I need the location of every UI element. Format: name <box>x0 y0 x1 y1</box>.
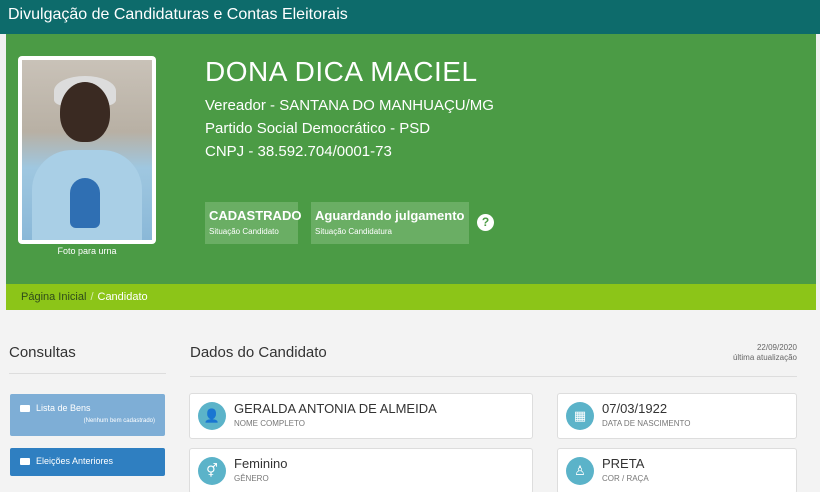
app-header: Divulgação de Candidaturas e Contas Elei… <box>0 0 820 34</box>
assets-list-label: Lista de Bens <box>36 403 91 413</box>
birth-date-card: ▦ 07/03/1922 DATA DE NASCIMENTO <box>557 393 797 439</box>
status-candidacy-label: Situação Candidatura <box>315 227 392 236</box>
last-update-label: última atualização <box>732 353 797 362</box>
previous-elections-button[interactable]: Eleições Anteriores <box>10 448 165 476</box>
candidate-party: Partido Social Democrático - PSD <box>205 120 431 137</box>
full-name-card: 👤 GERALDA ANTONIA DE ALMEIDA NOME COMPLE… <box>189 393 533 439</box>
list-icon <box>20 405 30 413</box>
list-icon <box>20 458 30 466</box>
main-content: Consultas Lista de Bens (Nenhum bem cada… <box>0 310 820 492</box>
candidate-cnpj: CNPJ - 38.592.704/0001-73 <box>205 143 392 160</box>
previous-elections-label: Eleições Anteriores <box>36 456 114 466</box>
breadcrumb-current: Candidato <box>97 291 148 303</box>
help-icon[interactable]: ? <box>477 214 494 231</box>
assets-list-button[interactable]: Lista de Bens (Nenhum bem cadastrado) <box>10 394 165 436</box>
race-card: ♙ PRETA COR / RAÇA <box>557 448 797 492</box>
birth-date-label: DATA DE NASCIMENTO <box>602 419 691 428</box>
status-candidate-box: CADASTRADO Situação Candidato <box>205 202 302 244</box>
status-candidacy-box: Aguardando julgamento Situação Candidatu… <box>311 202 469 244</box>
gender-label: GÊNERO <box>234 474 269 483</box>
candidate-office: Vereador - SANTANA DO MANHUAÇU/MG <box>205 97 494 114</box>
full-name-label: NOME COMPLETO <box>234 419 305 428</box>
user-icon: 👤 <box>198 402 226 430</box>
gender-value: Feminino <box>234 456 288 471</box>
candidate-photo-frame <box>18 56 156 244</box>
candidate-hero: Foto para urna DONA DICA MACIEL Vereador… <box>6 34 816 284</box>
last-update-date: 22/09/2020 <box>756 343 797 352</box>
breadcrumb: Página Inicial / Candidato <box>6 284 816 310</box>
section-divider <box>190 376 797 377</box>
breadcrumb-home-link[interactable]: Página Inicial <box>21 291 86 303</box>
race-value: PRETA <box>602 456 645 471</box>
status-candidate-label: Situação Candidato <box>209 227 279 236</box>
photo-caption: Foto para urna <box>57 246 117 256</box>
full-name-value: GERALDA ANTONIA DE ALMEIDA <box>234 401 437 416</box>
birth-date-value: 07/03/1922 <box>602 401 668 416</box>
sidebar-title: Consultas <box>9 344 76 361</box>
section-title: Dados do Candidato <box>190 344 327 361</box>
status-candidacy-value: Aguardando julgamento <box>315 208 465 223</box>
breadcrumb-separator: / <box>90 291 94 303</box>
candidate-name: DONA DICA MACIEL <box>205 56 478 87</box>
candidate-photo <box>22 60 152 240</box>
gender-icon: ⚥ <box>198 457 226 485</box>
assets-list-sub: (Nenhum bem cadastrado) <box>83 418 155 424</box>
race-label: COR / RAÇA <box>602 474 649 483</box>
person-icon: ♙ <box>566 457 594 485</box>
calendar-icon: ▦ <box>566 402 594 430</box>
last-update: 22/09/2020 última atualização <box>733 343 797 363</box>
status-candidate-value: CADASTRADO <box>209 208 302 223</box>
app-title: Divulgação de Candidaturas e Contas Elei… <box>8 6 348 23</box>
sidebar-divider <box>9 373 166 374</box>
gender-card: ⚥ Feminino GÊNERO <box>189 448 533 492</box>
